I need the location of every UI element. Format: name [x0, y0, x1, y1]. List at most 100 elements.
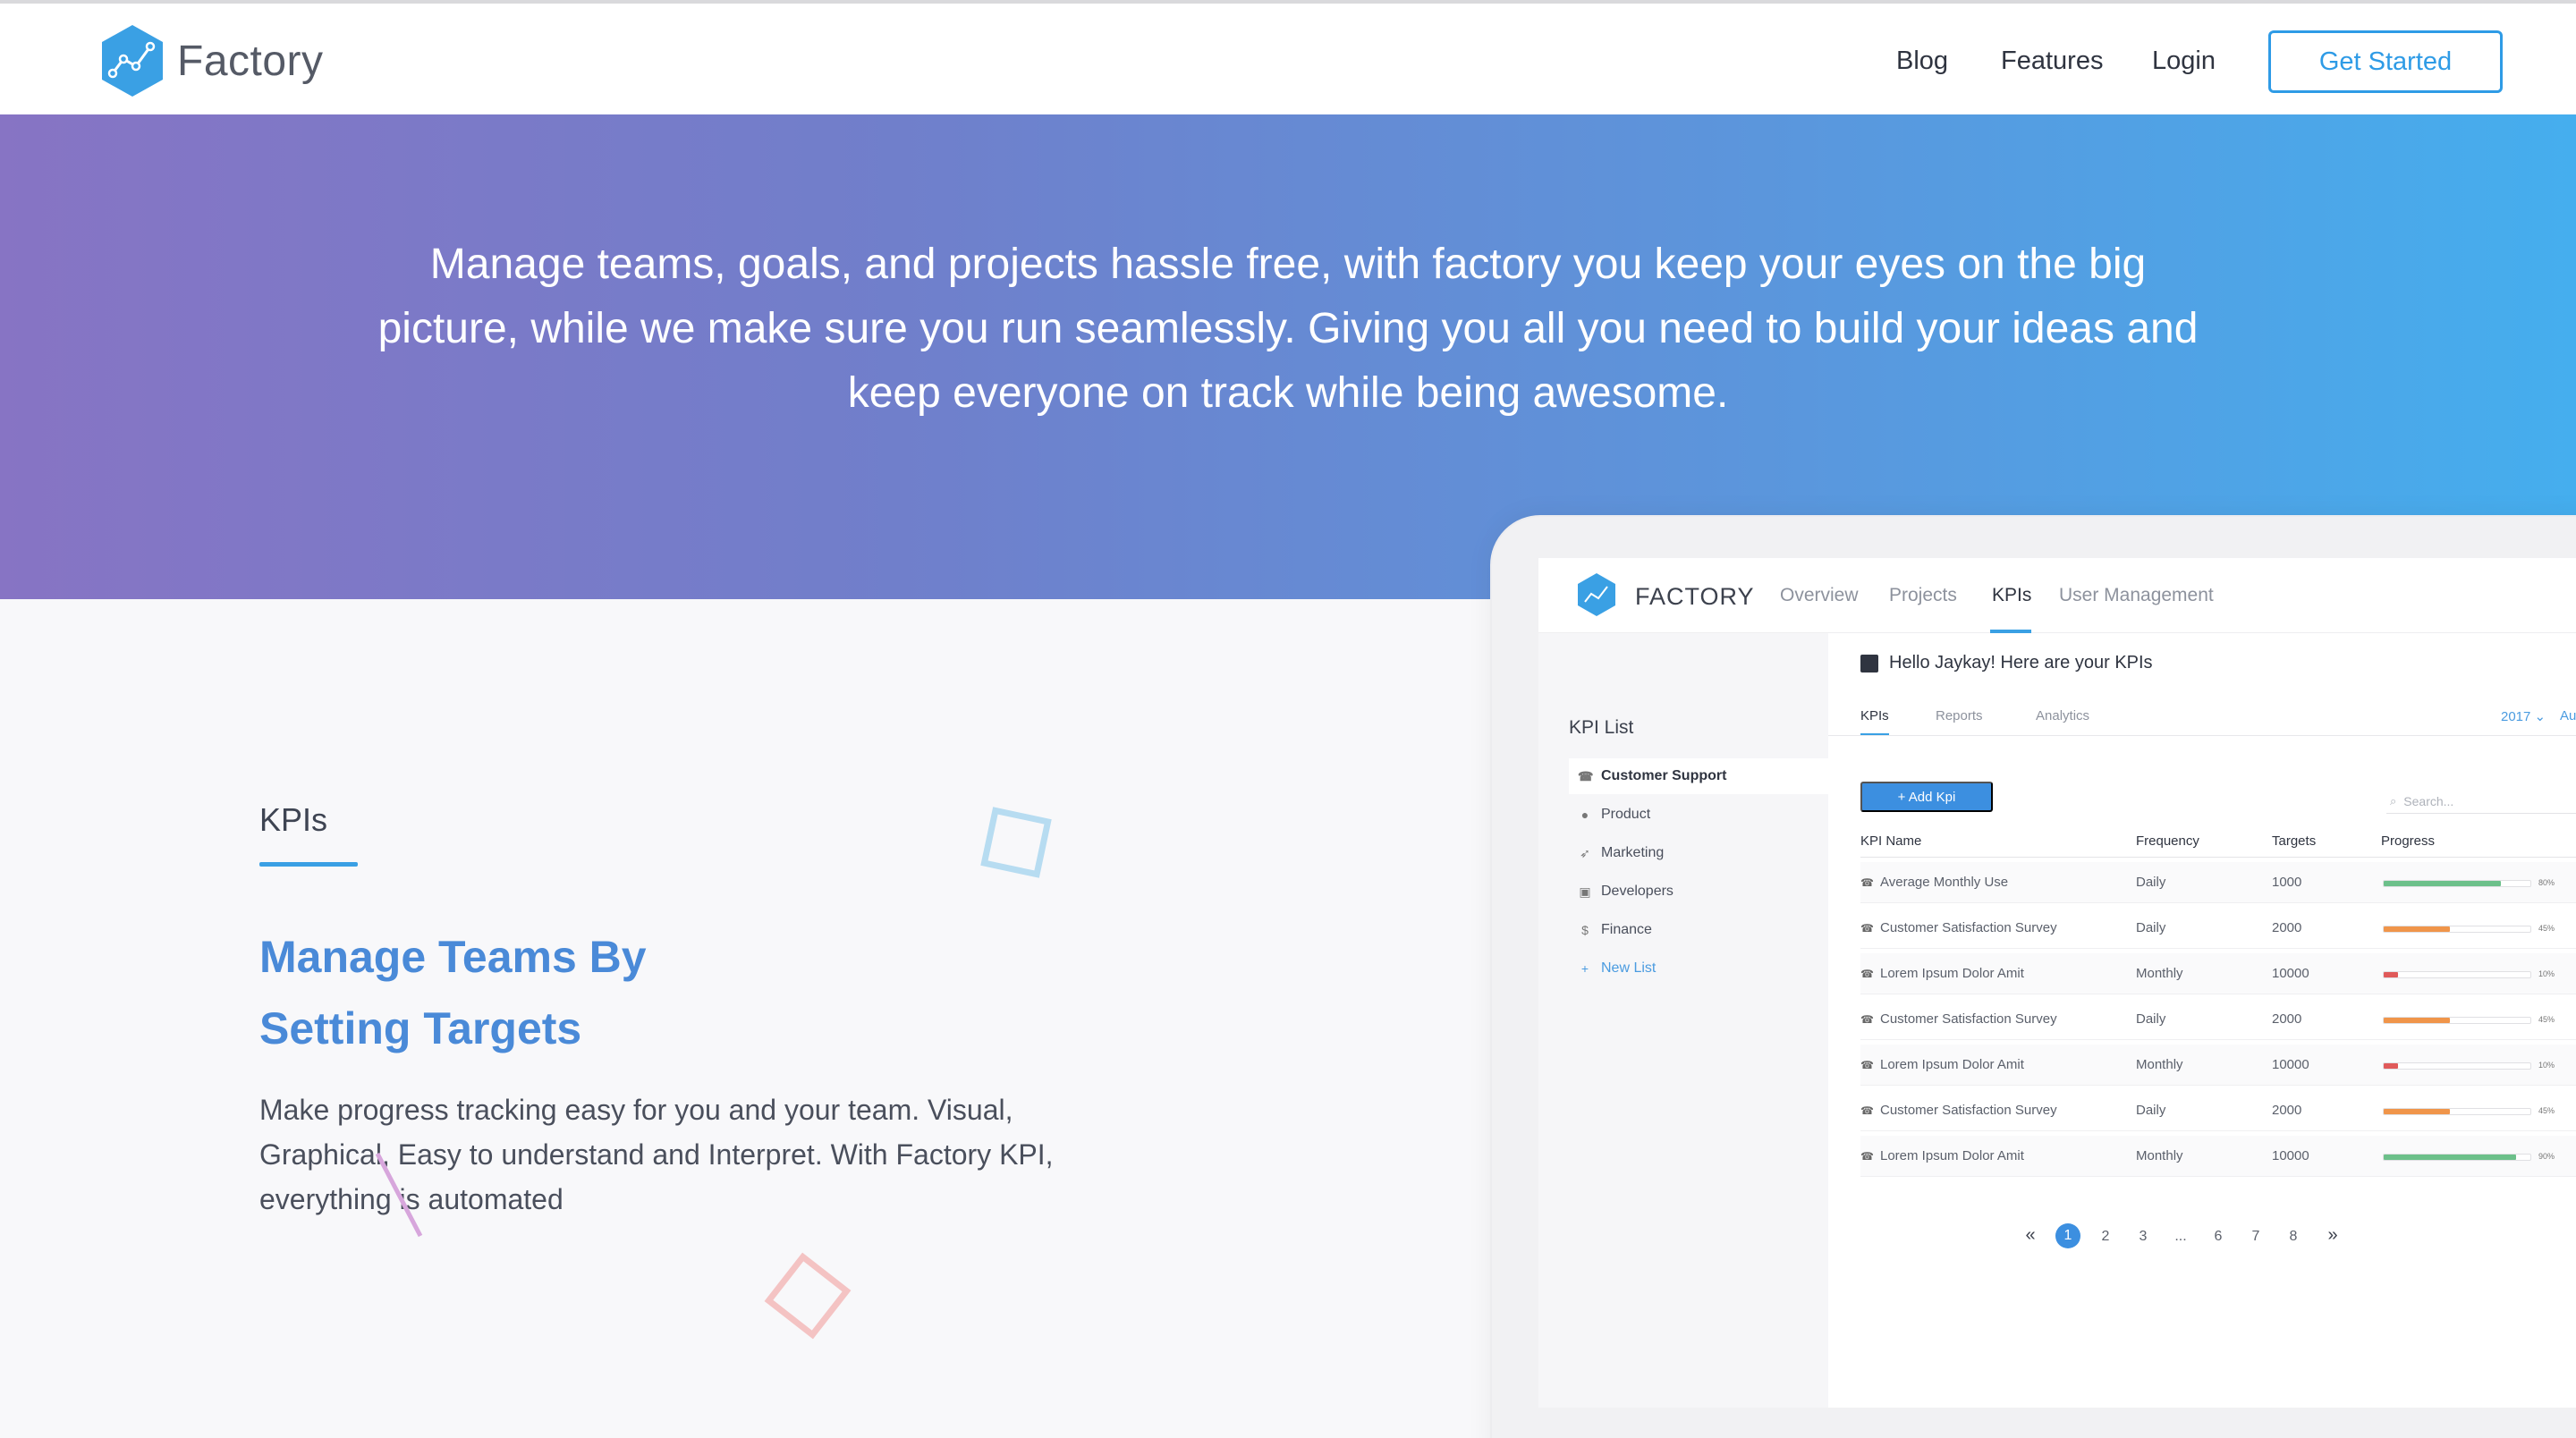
- progress-percent: 10%: [2538, 1061, 2555, 1070]
- table-row[interactable]: ☎ Lorem Ipsum Dolor Amit Monthly 10000 90%: [1860, 1136, 2576, 1177]
- progress-bar-fill: [2384, 926, 2450, 932]
- decor-square-blue: [980, 807, 1052, 878]
- kpi-row-icon: ☎: [1860, 968, 1874, 980]
- page-link[interactable]: 2: [2093, 1229, 2118, 1245]
- kpi-row-icon: ☎: [1860, 1013, 1874, 1026]
- sidebar-item-customer-support[interactable]: ☎ Customer Support: [1569, 758, 1828, 794]
- table-row[interactable]: ☎ Customer Satisfaction Survey Daily 2000 45…: [1860, 1090, 2576, 1131]
- sidebar-item-finance[interactable]: $ Finance: [1569, 912, 1828, 948]
- column-header-targets: Targets: [2272, 833, 2317, 849]
- feature-headline: Manage Teams By Setting Targets: [259, 921, 760, 1064]
- kpi-row-icon: ☎: [1860, 1059, 1874, 1071]
- page-last-button[interactable]: »: [2320, 1225, 2345, 1246]
- subtab-reports[interactable]: Reports: [1936, 708, 1983, 723]
- progress-bar-fill: [2384, 1063, 2399, 1069]
- sidebar-item-label: Finance: [1601, 922, 1652, 937]
- progress-bar-fill: [2384, 972, 2399, 977]
- kpi-name-cell: ☎ Lorem Ipsum Dolor Amit: [1860, 1057, 2024, 1072]
- app-tab-projects[interactable]: Projects: [1889, 585, 1957, 606]
- progress-bar: [2383, 926, 2531, 933]
- section-underline: [259, 862, 358, 867]
- kpi-name-text: Lorem Ipsum Dolor Amit: [1880, 1148, 2024, 1163]
- decor-line-purple: [375, 1152, 423, 1238]
- app-screenshot: FACTORY Overview Projects KPIs User Mana…: [1538, 558, 2576, 1408]
- page-first-button[interactable]: «: [2018, 1225, 2043, 1246]
- money-icon: $: [1581, 923, 1589, 937]
- column-header-kpi-name: KPI Name: [1860, 833, 1922, 849]
- progress-bar: [2383, 1154, 2531, 1161]
- progress-bar-fill: [2384, 1109, 2450, 1114]
- target-cell: 10000: [2272, 1148, 2309, 1163]
- progress-bar: [2383, 1017, 2531, 1024]
- section-label: KPIs: [259, 801, 328, 838]
- sidebar-item-developers[interactable]: ▣ Developers: [1569, 874, 1828, 909]
- progress-percent: 90%: [2538, 1152, 2555, 1161]
- get-started-button[interactable]: Get Started: [2268, 30, 2503, 93]
- progress-bar-fill: [2384, 881, 2502, 886]
- kpi-row-icon: ☎: [1860, 922, 1874, 935]
- headline-line-2: Setting Targets: [259, 1003, 582, 1053]
- target-cell: 1000: [2272, 875, 2302, 890]
- table-header-divider: [1860, 857, 2576, 858]
- table-row[interactable]: ☎ Lorem Ipsum Dolor Amit Monthly 10000 10%: [1860, 953, 2576, 994]
- app-tab-user-management[interactable]: User Management: [2059, 585, 2214, 606]
- kpi-row-icon: ☎: [1860, 1150, 1874, 1163]
- progress-bar-fill: [2384, 1155, 2516, 1160]
- sidebar-item-label: Marketing: [1601, 845, 1665, 860]
- search-input[interactable]: ⌕ Search...: [2386, 789, 2576, 814]
- kpi-sidebar: KPI List ☎ Customer Support ● Product ➶ …: [1538, 633, 1828, 1408]
- sidebar-item-marketing[interactable]: ➶ Marketing: [1569, 835, 1828, 871]
- table-row[interactable]: ☎ Customer Satisfaction Survey Daily 2000 45…: [1860, 999, 2576, 1040]
- kpi-name-cell: ☎ Lorem Ipsum Dolor Amit: [1860, 1148, 2024, 1163]
- frequency-cell: Daily: [2136, 920, 2166, 935]
- kpi-name-text: Lorem Ipsum Dolor Amit: [1880, 1057, 2024, 1072]
- kpi-name-text: Customer Satisfaction Survey: [1880, 1011, 2057, 1027]
- progress-percent: 10%: [2538, 969, 2555, 978]
- add-kpi-button[interactable]: + Add Kpi: [1860, 782, 1993, 812]
- decor-square-pink: [764, 1252, 852, 1340]
- nav-login-link[interactable]: Login: [2152, 47, 2216, 76]
- app-topbar: FACTORY Overview Projects KPIs User Mana…: [1538, 558, 2576, 633]
- table-row[interactable]: ☎ Lorem Ipsum Dolor Amit Monthly 10000 10%: [1860, 1045, 2576, 1086]
- progress-bar: [2383, 971, 2531, 978]
- frequency-cell: Daily: [2136, 875, 2166, 890]
- sidebar-item-label: Product: [1601, 807, 1651, 822]
- progress-percent: 45%: [2538, 1015, 2555, 1024]
- column-header-progress: Progress: [2381, 833, 2436, 849]
- progress-bar: [2383, 1062, 2531, 1070]
- app-brand: FACTORY: [1635, 583, 1755, 610]
- code-icon: ▣: [1579, 884, 1591, 899]
- page-link[interactable]: 6: [2206, 1229, 2231, 1245]
- kpi-list-title: KPI List: [1569, 717, 1634, 738]
- rocket-icon: ➶: [1580, 846, 1590, 860]
- page-link-current[interactable]: 1: [2055, 1223, 2080, 1248]
- year-select[interactable]: 2017 ⌄: [2501, 708, 2546, 724]
- brand-logo[interactable]: Factory: [98, 23, 324, 98]
- subtab-kpis[interactable]: KPIs: [1860, 708, 1889, 723]
- app-tab-overview[interactable]: Overview: [1780, 585, 1859, 606]
- month-select[interactable]: Au: [2560, 708, 2576, 723]
- subtab-analytics[interactable]: Analytics: [2036, 708, 2089, 723]
- progress-bar: [2383, 1108, 2531, 1115]
- search-placeholder: Search...: [2403, 793, 2454, 808]
- table-row[interactable]: ☎ Average Monthly Use Daily 1000 80%: [1860, 862, 2576, 903]
- table-row[interactable]: ☎ Customer Satisfaction Survey Daily 2000 45…: [1860, 908, 2576, 949]
- site-header: Factory Blog Features Login Get Started: [0, 4, 2576, 114]
- chart-icon: [1860, 654, 1878, 672]
- app-tab-kpis[interactable]: KPIs: [1992, 585, 2031, 606]
- frequency-cell: Monthly: [2136, 966, 2183, 981]
- sidebar-item-product[interactable]: ● Product: [1569, 797, 1828, 833]
- kpi-name-text: Lorem Ipsum Dolor Amit: [1880, 966, 2024, 981]
- kpi-name-text: Customer Satisfaction Survey: [1880, 1103, 2057, 1118]
- column-header-frequency: Frequency: [2136, 833, 2199, 849]
- nav-blog-link[interactable]: Blog: [1896, 47, 1948, 76]
- sidebar-new-list-button[interactable]: + New List: [1569, 951, 1828, 986]
- page-link[interactable]: 7: [2243, 1229, 2268, 1245]
- page-link[interactable]: 8: [2281, 1229, 2306, 1245]
- frequency-cell: Monthly: [2136, 1148, 2183, 1163]
- target-cell: 2000: [2272, 1103, 2302, 1118]
- kpi-row-icon: ☎: [1860, 876, 1874, 889]
- nav-features-link[interactable]: Features: [2001, 47, 2103, 76]
- page-link[interactable]: 3: [2131, 1229, 2156, 1245]
- box-icon: ●: [1580, 808, 1589, 822]
